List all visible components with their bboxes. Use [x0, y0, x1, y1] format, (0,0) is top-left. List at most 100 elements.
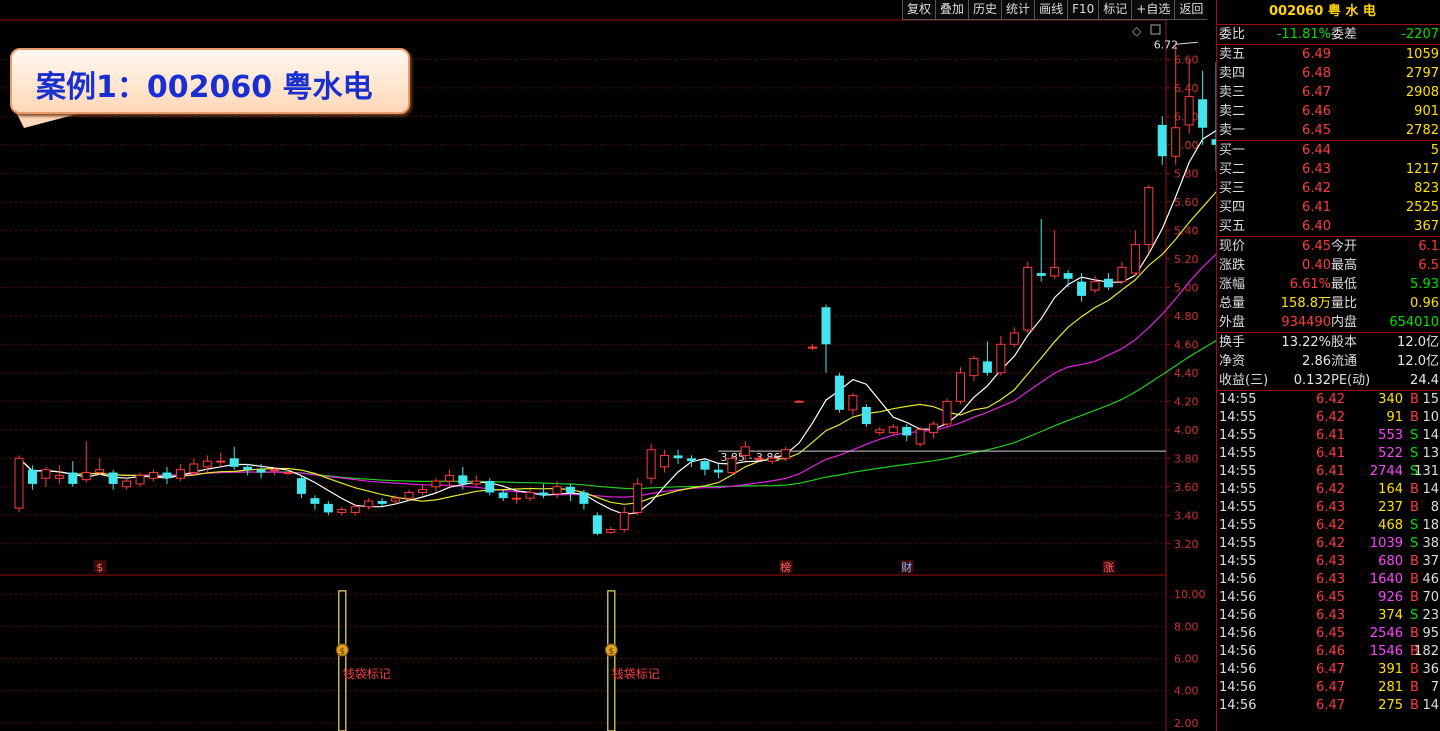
bid-price: 6.40: [1302, 219, 1331, 234]
chart-toolbar: 复权 叠加 历史 统计 画线 F10 标记 +自选 返回: [902, 0, 1208, 20]
weicha-label: 委差: [1331, 27, 1358, 42]
tick-count: 23: [1422, 608, 1439, 623]
candle-body-down: [1036, 273, 1046, 276]
stat-row-1: 涨跌 0.40 最高 6.5: [1217, 256, 1440, 275]
bid-row-1: 买二 6.43 1217: [1217, 160, 1440, 179]
price-tick-label: 5.00: [1174, 281, 1199, 294]
tick-time: 14:55: [1219, 392, 1257, 407]
info-label: 换手: [1219, 335, 1246, 350]
ask-price: 6.49: [1302, 47, 1331, 62]
tick-volume: 522: [1378, 446, 1403, 461]
tick-price: 6.43: [1316, 572, 1345, 587]
candle-body-up: [1009, 332, 1019, 345]
stat-value: 6.1: [1418, 239, 1439, 254]
candle-body-up: [754, 457, 764, 460]
case-banner: 案例1：002060 粤水电: [10, 48, 410, 128]
toolbar-button-2[interactable]: 历史: [968, 0, 1002, 20]
tick-price: 6.41: [1316, 446, 1345, 461]
info-label: 流通: [1331, 354, 1358, 369]
indicator-tick-label: 2.00: [1174, 717, 1199, 730]
info-value: 2.86: [1302, 354, 1331, 369]
candle-body-up: [619, 511, 629, 531]
toolbar-button-6[interactable]: 标记: [1098, 0, 1132, 20]
tick-count: 14: [1422, 482, 1439, 497]
stock-header: 002060 粤 水 电: [1217, 0, 1440, 25]
bid-price: 6.44: [1302, 143, 1331, 158]
candle-body-up: [418, 489, 427, 493]
price-tick-label: 4.60: [1174, 338, 1199, 351]
toolbar-button-0[interactable]: 复权: [902, 0, 936, 20]
tick-row: 14:56 6.45 926 B 70: [1217, 589, 1440, 607]
tick-volume: 275: [1378, 698, 1403, 713]
tick-time: 14:56: [1219, 608, 1257, 623]
candle-body-down: [162, 472, 172, 479]
money-bag-glyph: $: [339, 647, 345, 657]
candle-body-up: [552, 486, 562, 495]
candle-body-up: [149, 472, 158, 479]
bid-price: 6.42: [1302, 181, 1331, 196]
candle-body-up: [1184, 95, 1194, 126]
tick-volume: 468: [1378, 518, 1403, 533]
quote-panel: 002060 粤 水 电 委比 -11.81% 委差 -2207 卖五 6.49 1…: [1216, 0, 1440, 731]
toolbar-button-5[interactable]: F10: [1067, 0, 1099, 20]
toolbar-button-7[interactable]: +自选: [1131, 0, 1175, 20]
indicator-tick-label: 8.00: [1174, 620, 1199, 633]
tick-count: 37: [1422, 554, 1439, 569]
candle-body-up: [781, 449, 791, 459]
bid-volume: 2525: [1405, 200, 1439, 215]
candle-body-up: [1117, 266, 1127, 283]
tick-price: 6.45: [1316, 590, 1345, 605]
ask-volume: 1059: [1405, 47, 1439, 62]
tick-price: 6.42: [1316, 518, 1345, 533]
tick-volume: 2744: [1369, 464, 1403, 479]
candle-body-up: [1171, 127, 1181, 157]
candle-body-up: [888, 426, 898, 434]
diamond-icon: ◇: [1132, 24, 1142, 38]
ask-label: 卖五: [1219, 47, 1246, 62]
bid-price: 6.43: [1302, 162, 1331, 177]
tick-volume: 91: [1386, 410, 1403, 425]
candle-body-up: [525, 491, 535, 499]
tick-volume: 2546: [1369, 626, 1403, 641]
info-row-2: 收益(三) 0.132 PE(动) 24.4: [1217, 371, 1440, 390]
tick-list[interactable]: 14:55 6.42 340 B 15 14:55 6.42 91 B 10 14:55 6.41 55…: [1217, 391, 1440, 715]
tick-count: 14: [1422, 698, 1439, 713]
tick-volume: 1640: [1369, 572, 1403, 587]
tick-row: 14:56 6.43 374 S 23: [1217, 607, 1440, 625]
tick-row: 14:56 6.46 1546 B 182: [1217, 643, 1440, 661]
tick-side: B: [1410, 680, 1419, 695]
stat-label: 涨跌: [1219, 258, 1246, 273]
tick-count: 18: [1422, 518, 1439, 533]
candle-body-up: [41, 469, 51, 479]
tick-count: 15: [1422, 392, 1439, 407]
weibi-value: -11.81%: [1276, 27, 1331, 42]
price-tick-label: 5.20: [1174, 253, 1199, 266]
candle-body-up: [727, 457, 737, 474]
tick-volume: 680: [1378, 554, 1403, 569]
candle-body-down: [700, 461, 710, 470]
toolbar-button-1[interactable]: 叠加: [935, 0, 969, 20]
tick-time: 14:55: [1219, 554, 1257, 569]
toolbar-button-8[interactable]: 返回: [1174, 0, 1208, 20]
candle-body-down: [713, 469, 723, 473]
toolbar-button-4[interactable]: 画线: [1034, 0, 1068, 20]
candle-body-up: [660, 454, 670, 468]
stock-name: 粤 水 电: [1327, 4, 1376, 19]
stat-label: 涨幅: [1219, 277, 1246, 292]
tick-time: 14:55: [1219, 536, 1257, 551]
candle-body-down: [539, 492, 549, 496]
ask-label: 卖一: [1219, 123, 1246, 138]
ask-label: 卖二: [1219, 104, 1246, 119]
bid-row-0: 买一 6.44 5: [1217, 141, 1440, 160]
candle-body-up: [471, 480, 481, 485]
tick-volume: 374: [1378, 608, 1403, 623]
info-value: 12.0亿: [1397, 354, 1439, 369]
candle-body-down: [687, 458, 696, 462]
bid-row-2: 买三 6.42 823: [1217, 179, 1440, 198]
tick-price: 6.42: [1316, 536, 1345, 551]
candle-body-down: [485, 481, 495, 493]
toolbar-button-3[interactable]: 统计: [1001, 0, 1035, 20]
candle-body-up: [996, 343, 1006, 374]
candle-body-down: [27, 469, 37, 484]
tick-side: B: [1410, 392, 1419, 407]
